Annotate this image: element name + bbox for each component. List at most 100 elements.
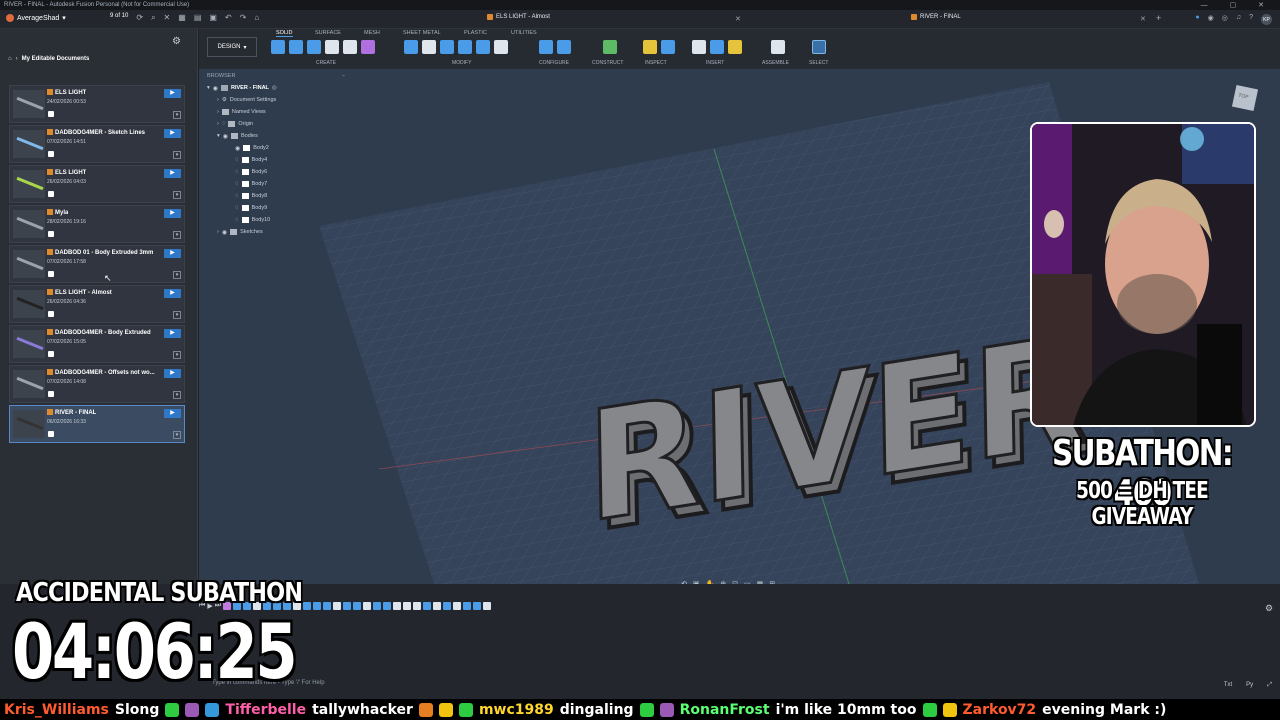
tree-root[interactable]: ▾ ◉ RIVER - FINAL ◎: [203, 82, 353, 94]
insert-image-icon[interactable]: [710, 40, 724, 54]
file-icon[interactable]: ▤: [194, 13, 202, 23]
timeline-feature[interactable]: [333, 602, 342, 610]
press-pull-icon[interactable]: [404, 40, 418, 54]
insert-menu[interactable]: INSERT: [706, 60, 724, 66]
breadcrumb-folder[interactable]: My Editable Documents: [22, 56, 90, 62]
table-icon[interactable]: [557, 40, 571, 54]
hole-icon[interactable]: [325, 40, 339, 54]
open-document-button[interactable]: ▶: [164, 369, 181, 378]
open-document-button[interactable]: ▶: [164, 409, 181, 418]
tab-els-light[interactable]: ELS LIGHT - Almost: [487, 14, 550, 20]
refresh-icon[interactable]: ⟳: [136, 13, 143, 23]
section-icon[interactable]: [661, 40, 675, 54]
profile-avatar[interactable]: KP: [1261, 14, 1272, 25]
new-tab-icon[interactable]: +: [1156, 13, 1161, 23]
chevron-down-icon[interactable]: ▾: [217, 133, 220, 139]
eye-icon[interactable]: ◉: [223, 133, 228, 140]
tree-item-body[interactable]: ◌ Body10: [203, 214, 353, 226]
text-commands-toggle[interactable]: Txt: [1224, 682, 1232, 689]
insert-derive-icon[interactable]: [692, 40, 706, 54]
tab-plastic[interactable]: PLASTIC: [464, 30, 487, 36]
chevron-down-icon[interactable]: ▾: [173, 431, 181, 439]
document-item[interactable]: DADBOD 01 - Body Extruded 3mm 07/02/2026…: [9, 245, 185, 283]
select-menu[interactable]: SELECT: [809, 60, 828, 66]
open-document-button[interactable]: ▶: [164, 209, 181, 218]
save-icon[interactable]: ▣: [209, 13, 217, 23]
gear-icon[interactable]: ⚙: [172, 36, 181, 47]
extensions-icon[interactable]: ●: [1195, 14, 1199, 25]
search-icon[interactable]: ⌕: [151, 13, 155, 23]
tree-item-named-views[interactable]: › Named Views: [203, 106, 353, 118]
offset-plane-icon[interactable]: [603, 40, 617, 54]
select-icon[interactable]: [812, 40, 826, 54]
chevron-down-icon[interactable]: ▾: [207, 85, 210, 91]
workspace-switcher[interactable]: DESIGN ▾: [207, 37, 257, 57]
radio-icon[interactable]: ◎: [272, 85, 277, 91]
tree-item-body[interactable]: ◌ Body4: [203, 154, 353, 166]
timeline-feature[interactable]: [413, 602, 422, 610]
home-icon[interactable]: ⌂: [254, 13, 259, 23]
tab-close-icon[interactable]: ✕: [735, 15, 741, 23]
timeline-feature[interactable]: [373, 602, 382, 610]
timeline-feature[interactable]: [433, 602, 442, 610]
tab-close-icon[interactable]: ✕: [1140, 15, 1146, 23]
timeline-marker[interactable]: [483, 602, 492, 610]
tree-item-body[interactable]: ◌ Body6: [203, 166, 353, 178]
chamfer-icon[interactable]: [440, 40, 454, 54]
viewcube[interactable]: TOP: [1231, 84, 1259, 112]
tab-sheet-metal[interactable]: SHEET METAL: [403, 30, 441, 36]
chevron-down-icon[interactable]: ▾: [173, 271, 181, 279]
create-menu[interactable]: CREATE: [316, 60, 336, 66]
document-item[interactable]: ELS LIGHT 24/02/2026 00:53 ▶ ▾: [9, 85, 185, 123]
eye-icon[interactable]: ◉: [222, 229, 227, 236]
chevron-down-icon[interactable]: ▾: [173, 151, 181, 159]
timeline-feature[interactable]: [463, 602, 472, 610]
eye-off-icon[interactable]: ◌: [222, 121, 226, 127]
combine-icon[interactable]: [476, 40, 490, 54]
pattern-icon[interactable]: [343, 40, 357, 54]
timeline-feature[interactable]: [363, 602, 372, 610]
eye-off-icon[interactable]: ◌: [235, 157, 239, 163]
chevron-right-icon[interactable]: ›: [217, 97, 219, 103]
job-status-icon[interactable]: ◉: [1208, 14, 1214, 25]
new-sketch-icon[interactable]: [271, 40, 285, 54]
python-toggle[interactable]: Py: [1246, 682, 1253, 689]
document-item[interactable]: ELS LIGHT 26/02/2026 04:03 ▶ ▾: [9, 165, 185, 203]
chevron-down-icon[interactable]: ▾: [173, 191, 181, 199]
eye-off-icon[interactable]: ◌: [235, 217, 239, 223]
redo-icon[interactable]: ↷: [240, 13, 247, 23]
assemble-menu[interactable]: ASSEMBLE: [762, 60, 789, 66]
document-item[interactable]: Myla 28/02/2026 19:16 ▶ ▾: [9, 205, 185, 243]
document-item-selected[interactable]: RIVER - FINAL 06/02/2026 16:33 ▶ ▾: [9, 405, 185, 443]
eye-off-icon[interactable]: ◌: [235, 205, 239, 211]
notifications-icon[interactable]: ♫: [1236, 14, 1241, 25]
revolve-icon[interactable]: [307, 40, 321, 54]
chevron-down-icon[interactable]: ▾: [173, 351, 181, 359]
timeline-feature[interactable]: [473, 602, 482, 610]
chevron-down-icon[interactable]: ▾: [173, 391, 181, 399]
eye-off-icon[interactable]: ◌: [235, 181, 239, 187]
extrude-icon[interactable]: [289, 40, 303, 54]
document-item[interactable]: DADBODG4MER - Body Extruded 07/02/2026 1…: [9, 325, 185, 363]
tab-river-final[interactable]: RIVER - FINAL: [911, 14, 961, 20]
fillet-icon[interactable]: [422, 40, 436, 54]
timeline-feature[interactable]: [323, 602, 332, 610]
open-document-button[interactable]: ▶: [164, 329, 181, 338]
eye-off-icon[interactable]: ◌: [235, 169, 239, 175]
grid-icon[interactable]: ▦: [178, 13, 186, 23]
window-controls[interactable]: — ▢ ✕: [1201, 1, 1274, 9]
help-icon[interactable]: ?: [1249, 14, 1253, 25]
gear-icon[interactable]: ⚙: [1265, 603, 1273, 614]
configure-menu[interactable]: CONFIGURE: [539, 60, 569, 66]
tree-item-body[interactable]: ◌ Body7: [203, 178, 353, 190]
online-icon[interactable]: ◎: [1222, 14, 1228, 25]
timeline-feature[interactable]: [443, 602, 452, 610]
user-menu[interactable]: AverageShad ▾: [6, 14, 66, 22]
tab-solid[interactable]: SOLID: [276, 30, 293, 37]
tab-utilities[interactable]: UTILITIES: [511, 30, 537, 36]
document-item[interactable]: ELS LIGHT - Almost 26/02/2026 04:36 ▶ ▾: [9, 285, 185, 323]
timeline-feature[interactable]: [453, 602, 462, 610]
eye-off-icon[interactable]: ◌: [235, 193, 239, 199]
construct-menu[interactable]: CONSTRUCT: [592, 60, 623, 66]
measure-icon[interactable]: [643, 40, 657, 54]
